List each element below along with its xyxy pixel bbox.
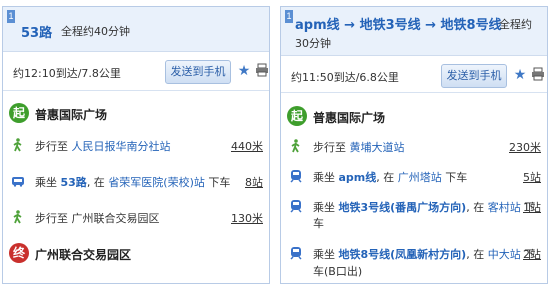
stop-link[interactable]: 人民日报华南分社站 — [72, 140, 171, 153]
step-prefix: 步行至 — [35, 140, 68, 153]
eta-info: 约12:10到达/7.8公里 — [13, 67, 121, 80]
step-text: 乘坐 地铁8号线(凤凰新村方向), 在 中大站 下 — [313, 246, 535, 262]
route-panel-53: 1 53路 全程约40分钟 约12:10到达/7.8公里 发送到手机 ★ 起 普… — [2, 6, 270, 284]
start-name: 普惠国际广场 — [313, 111, 386, 125]
stop-link[interactable]: 广州塔站 — [398, 171, 442, 184]
step-text-cont: 车(B口出) — [313, 265, 363, 278]
eta-info: 约11:50到达/6.8公里 — [291, 71, 399, 84]
line-link[interactable]: 地铁8号线(凤凰新村方向) — [339, 248, 467, 261]
route-index: 1 — [7, 10, 15, 23]
route-header[interactable]: 1 apm线 → 地铁3号线 → 地铁8号线 全程约 30分钟 — [281, 7, 547, 56]
step-text: 乘坐 53路, 在 省荣军医院(荣校)站 下车 — [35, 174, 230, 190]
step-stops[interactable]: 1站 — [523, 199, 541, 215]
start-badge: 起 — [287, 106, 307, 126]
step-prefix: 乘坐 — [313, 248, 335, 261]
stop-link[interactable]: 客村站 — [488, 201, 521, 214]
line-link[interactable]: apm线 — [339, 171, 377, 184]
route-info-bar: 约11:50到达/6.8公里 发送到手机 ★ — [281, 56, 547, 93]
route-panel-metro: 1 apm线 → 地铁3号线 → 地铁8号线 全程约 30分钟 约11:50到达… — [280, 6, 548, 284]
metro-icon — [290, 247, 302, 260]
end-name: 广州联合交易园区 — [35, 248, 132, 262]
step-distance[interactable]: 130米 — [231, 210, 263, 226]
step-prefix: 乘坐 — [313, 171, 335, 184]
step-stops[interactable]: 5站 — [523, 169, 541, 185]
walk-icon — [291, 139, 300, 153]
end-badge: 终 — [9, 243, 29, 263]
step-distance[interactable]: 230米 — [509, 139, 541, 155]
bus-icon — [12, 177, 24, 187]
step-prefix: 步行至 — [313, 141, 346, 154]
step-suffix: 下车 — [208, 176, 231, 189]
step-middle: , 在 — [466, 201, 485, 214]
step-middle: , 在 — [376, 171, 395, 184]
step-text: 步行至 广州联合交易园区 — [35, 212, 160, 225]
line-link[interactable]: 53路 — [61, 176, 87, 189]
total-time: 全程约40分钟 — [61, 25, 130, 38]
favorite-star-icon[interactable]: ★ — [235, 62, 253, 80]
route-index: 1 — [285, 10, 293, 23]
metro-icon — [290, 200, 302, 213]
step-text: 乘坐 apm线, 在 广州塔站 下车 — [313, 169, 467, 185]
step-stops[interactable]: 8站 — [245, 174, 263, 190]
walk-icon — [13, 210, 22, 224]
step-suffix: 下车 — [445, 171, 468, 184]
route-header[interactable]: 1 53路 全程约40分钟 — [3, 7, 269, 52]
step-stops[interactable]: 2站 — [523, 246, 541, 262]
stop-link[interactable]: 中大站 — [488, 248, 521, 261]
step-text: 步行至 人民日报华南分社站 — [35, 138, 171, 154]
line-link[interactable]: 地铁3号线(番禺广场方向) — [339, 201, 467, 214]
route-title[interactable]: 53路 — [21, 22, 52, 41]
step-text: 乘坐 地铁3号线(番禺广场方向), 在 客村站 下 — [313, 199, 535, 215]
route-info-bar: 约12:10到达/7.8公里 发送到手机 ★ — [3, 52, 269, 91]
stop-link[interactable]: 黄埔大道站 — [350, 141, 405, 154]
printer-icon[interactable] — [531, 67, 545, 81]
favorite-star-icon[interactable]: ★ — [511, 66, 529, 84]
stop-link[interactable]: 省荣军医院(荣校)站 — [108, 176, 205, 189]
step-text-cont: 车 — [313, 217, 324, 230]
total-time-line2: 30分钟 — [295, 37, 331, 50]
step-prefix: 乘坐 — [35, 176, 57, 189]
metro-icon — [290, 170, 302, 183]
send-to-phone-button[interactable]: 发送到手机 — [441, 64, 507, 88]
step-middle: , 在 — [86, 176, 105, 189]
start-name: 普惠国际广场 — [35, 108, 108, 122]
total-time: 全程约 — [499, 18, 532, 31]
step-distance[interactable]: 440米 — [231, 138, 263, 154]
start-badge: 起 — [9, 103, 29, 123]
send-to-phone-button[interactable]: 发送到手机 — [165, 60, 231, 84]
step-text: 步行至 黄埔大道站 — [313, 139, 405, 155]
route-title[interactable]: apm线 → 地铁3号线 → 地铁8号线 — [295, 14, 502, 33]
step-middle: , 在 — [466, 248, 485, 261]
walk-icon — [13, 138, 22, 152]
step-prefix: 乘坐 — [313, 201, 335, 214]
printer-icon[interactable] — [255, 63, 269, 77]
